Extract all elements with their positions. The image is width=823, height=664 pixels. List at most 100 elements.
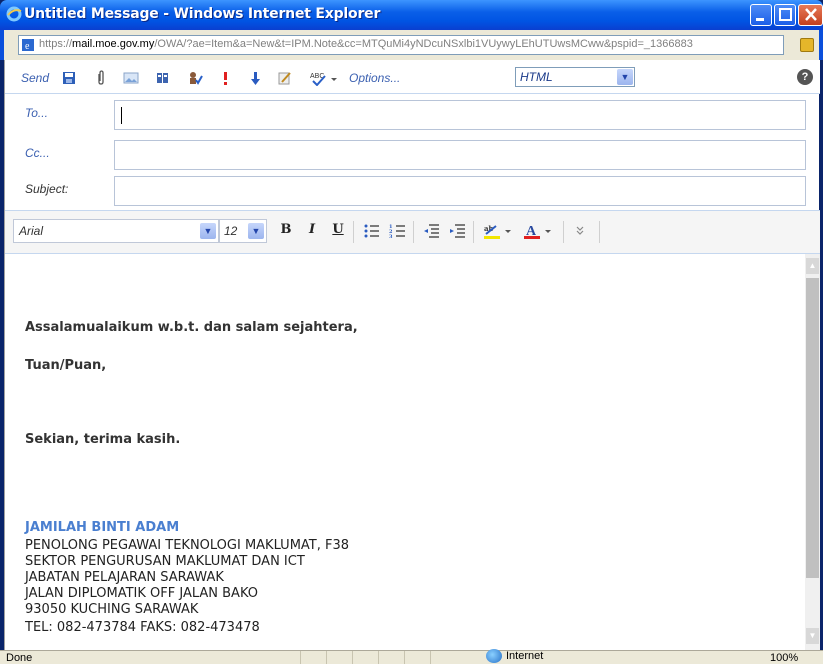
cc-row: Cc... [5,134,820,174]
subject-field[interactable] [114,176,806,206]
format-toolbar: Arial ▼ 12 ▼ B I U 123 ab A [5,210,820,254]
status-cells [300,651,456,664]
exclamation-icon [224,72,227,85]
font-color-button[interactable]: A [523,222,557,240]
page-icon: e [22,39,34,51]
signature-line: TEL: 082-473784 FAKS: 082-473478 [25,620,260,635]
status-cell [326,651,352,664]
address-path: /OWA/?ae=Item&a=New&t=IPM.Note&cc=MTQuMi… [154,38,693,50]
bullet-list-icon [364,224,379,238]
title-bar: Untitled Message - Windows Internet Expl… [0,0,823,30]
address-domain: mail.moe.gov.my [72,38,155,50]
down-arrow-icon [251,72,260,85]
zoom-level[interactable]: 100% [770,652,798,664]
font-color-icon: A [524,224,551,239]
cc-field[interactable] [114,140,806,170]
decrease-indent-button[interactable] [423,222,441,240]
signature-line: 93050 KUCHING SARAWAK [25,602,199,617]
format-select[interactable]: HTML ▼ [515,67,635,87]
svg-text:e: e [25,41,30,51]
options-button[interactable]: Options... [349,69,400,87]
highlight-icon: ab [484,224,511,239]
close-icon [804,8,817,21]
bullets-button[interactable] [363,222,381,240]
status-cell [300,651,326,664]
signature-button[interactable] [277,69,293,87]
save-icon [63,72,75,84]
help-button[interactable]: ? [797,69,813,85]
toolbar-separator [563,221,564,243]
globe-icon [486,649,502,663]
indent-icon [450,224,465,238]
address-field[interactable]: https://mail.moe.gov.my/OWA/?ae=Item&a=N… [18,35,784,55]
send-button[interactable]: Send [21,69,49,87]
font-size-value: 12 [224,224,238,238]
subject-label: Subject: [25,182,69,196]
scroll-up-button[interactable]: ▲ [806,258,819,274]
closing-text: Sekian, terima kasih. [25,432,181,447]
toolbar-separator [473,221,474,243]
signature-icon [278,72,291,85]
spell-check-icon: ABC [310,73,337,86]
numbering-button[interactable]: 123 [389,222,407,240]
compose-window: Send ABC Options... HTML ▼ ? To... Cc...… [4,60,820,650]
to-button[interactable]: To... [25,106,48,120]
more-options-button[interactable] [571,222,589,240]
minimize-icon [756,18,764,21]
address-book-icon [157,73,168,83]
window-title: Untitled Message - Windows Internet Expl… [24,6,381,22]
cc-button[interactable]: Cc... [25,146,50,160]
toolbar-separator [599,221,600,243]
minimize-button[interactable] [750,4,772,26]
scrollbar-thumb[interactable] [806,278,819,578]
to-row: To... [5,94,820,134]
to-field[interactable] [114,100,806,130]
salutation-text: Tuan/Puan, [25,358,107,373]
greeting-text: Assalamualaikum w.b.t. dan salam sejahte… [25,320,358,335]
subject-row: Subject: [5,170,820,210]
close-button[interactable] [798,4,823,26]
save-button[interactable] [61,69,77,87]
status-cell [378,651,404,664]
increase-indent-button[interactable] [449,222,467,240]
internet-explorer-icon [6,6,22,22]
check-names-icon [190,72,203,85]
spelling-button[interactable]: ABC [309,69,341,87]
zone-label: Internet [506,650,544,662]
signature-name: JAMILAH BINTI ADAM [25,520,180,535]
underline-button[interactable]: U [329,222,347,240]
font-select[interactable]: Arial ▼ [13,219,219,243]
signature-line: SEKTOR PENGURUSAN MAKLUMAT DAN ICT [25,554,305,569]
numbered-list-icon: 123 [389,224,405,240]
attach-button[interactable] [93,69,109,87]
format-value: HTML [520,70,553,84]
security-zone[interactable]: Internet [486,649,543,663]
lock-icon[interactable] [800,38,814,52]
bold-button[interactable]: B [277,222,295,240]
vertical-scrollbar[interactable]: ▲ ▼ [805,254,820,650]
compose-toolbar: Send ABC Options... HTML ▼ ? [5,60,820,94]
outdent-icon [424,224,439,238]
image-icon [123,72,139,84]
italic-button[interactable]: I [303,222,321,240]
chevron-down-icon: ▼ [248,223,264,239]
maximize-button[interactable] [774,4,796,26]
status-cell [352,651,378,664]
status-cell [430,651,456,664]
check-names-button[interactable] [187,69,203,87]
highlight-button[interactable]: ab [483,222,517,240]
status-text: Done [6,652,33,664]
message-body[interactable]: Assalamualaikum w.b.t. dan salam sejahte… [5,254,805,650]
scroll-down-button[interactable]: ▼ [806,628,819,644]
insert-image-button[interactable] [123,69,139,87]
maximize-icon [779,8,792,21]
font-size-select[interactable]: 12 ▼ [219,219,267,243]
font-value: Arial [19,224,44,238]
high-importance-button[interactable] [217,69,233,87]
signature-line: JALAN DIPLOMATIK OFF JALAN BAKO [25,586,258,601]
toolbar-separator [413,221,414,243]
toolbar-separator [353,221,354,243]
status-cell [404,651,430,664]
address-book-button[interactable] [155,69,171,87]
low-importance-button[interactable] [247,69,263,87]
